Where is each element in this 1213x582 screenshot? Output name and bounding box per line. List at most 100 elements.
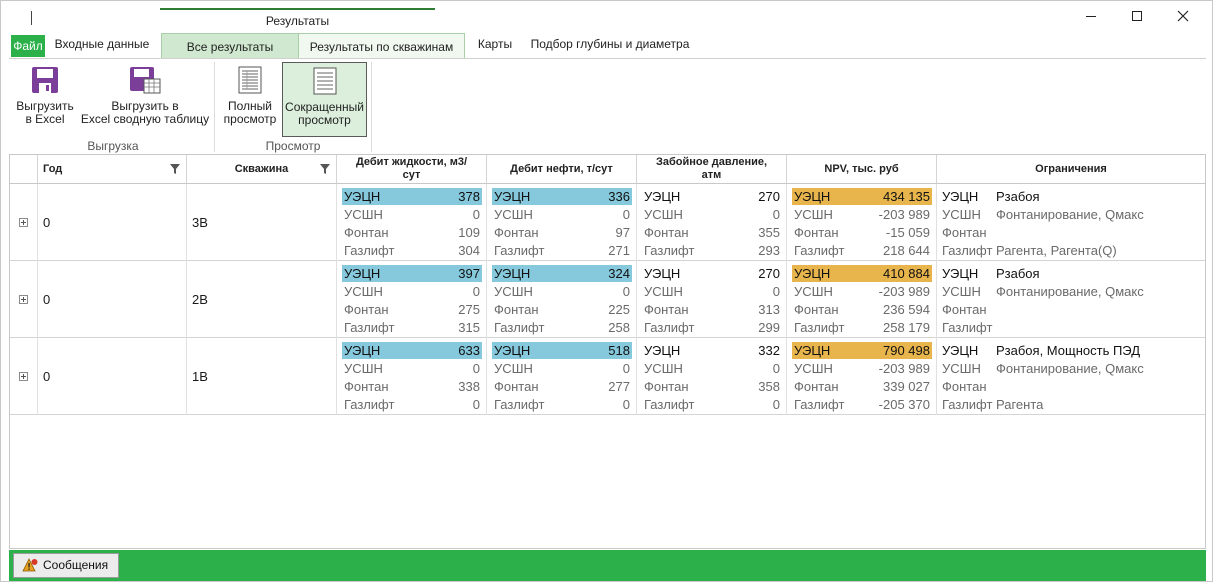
quick-access-separator bbox=[31, 11, 32, 25]
pressure-entry: Газлифт 299 bbox=[642, 319, 782, 336]
header-limits[interactable]: Ограничения bbox=[937, 155, 1205, 184]
header-npv[interactable]: NPV, тыс. руб bbox=[787, 155, 937, 184]
oil-entry: Фонтан 97 bbox=[492, 224, 632, 241]
npv-value: -15 059 bbox=[885, 225, 930, 240]
limits-value: Рзабоя, Мощность ПЭД bbox=[996, 343, 1141, 358]
pressure-value: 313 bbox=[758, 302, 780, 317]
lift-method-label: УЭЦН bbox=[494, 266, 531, 281]
npv-value: 218 644 bbox=[883, 243, 930, 258]
minimize-icon bbox=[1086, 15, 1096, 17]
limits-entry: Фонтан bbox=[942, 224, 1192, 241]
oil-entry: Газлифт 0 bbox=[492, 396, 632, 413]
messages-label: Сообщения bbox=[43, 558, 109, 572]
limits-entry: УЭЦН Рзабоя, Мощность ПЭД bbox=[942, 342, 1192, 359]
pressure-value: 332 bbox=[758, 343, 780, 358]
npv-entry: Газлифт -205 370 bbox=[792, 396, 932, 413]
tab-depth-diameter[interactable]: Подбор глубины и диаметра bbox=[529, 33, 691, 59]
npv-value: -205 370 bbox=[878, 397, 930, 412]
liquid-value: 304 bbox=[458, 243, 480, 258]
close-icon bbox=[1177, 10, 1189, 22]
pressure-entry: Газлифт 0 bbox=[642, 396, 782, 413]
export-excel-button[interactable]: Выгрузить в Excel bbox=[13, 62, 77, 134]
limits-value: Рагента bbox=[996, 397, 1044, 412]
pressure-entry: УЭЦН 270 bbox=[642, 265, 782, 282]
maximize-button[interactable] bbox=[1114, 1, 1160, 31]
table-row[interactable]: 0 3В УЭЦН 378 УСШН 0 Фонтан 109 Газлифт 304 УЭЦН 33… bbox=[10, 184, 1205, 261]
lift-method-label: Газлифт bbox=[644, 320, 695, 335]
limits-entry: Газлифт bbox=[942, 319, 1192, 336]
limits-cell: УЭЦН Рзабоя УСШН Фонтанирование, Qмакс Фонта… bbox=[937, 184, 1205, 261]
export-pivot-label: Выгрузить в Excel сводную таблицу bbox=[80, 99, 210, 126]
export-pivot-button[interactable]: Выгрузить в Excel сводную таблицу bbox=[79, 62, 211, 134]
lift-method-label: УСШН bbox=[344, 361, 383, 376]
liquid-cell: УЭЦН 378 УСШН 0 Фонтан 109 Газлифт 304 bbox=[337, 184, 487, 261]
lift-method-label: УСШН bbox=[644, 284, 683, 299]
full-view-button[interactable]: Полный просмотр bbox=[219, 62, 281, 134]
pressure-value: 0 bbox=[772, 397, 780, 412]
pressure-cell: УЭЦН 270 УСШН 0 Фонтан 313 Газлифт 299 bbox=[637, 261, 787, 338]
npv-entry: УСШН -203 989 bbox=[792, 360, 932, 377]
liquid-value: 275 bbox=[458, 302, 480, 317]
limits-entry: Газлифт Рагента, Рагента(Q) bbox=[942, 242, 1192, 259]
liquid-value: 397 bbox=[458, 266, 480, 281]
oil-entry: Фонтан 225 bbox=[492, 301, 632, 318]
lift-method-label: Газлифт bbox=[344, 397, 395, 412]
lift-method-label: Газлифт bbox=[942, 243, 993, 258]
lift-method-label: Фонтан bbox=[794, 379, 839, 394]
liquid-entry: УЭЦН 397 bbox=[342, 265, 482, 282]
tab-all-results[interactable]: Все результаты bbox=[161, 33, 299, 61]
full-view-label: Полный просмотр bbox=[223, 99, 277, 126]
lift-method-label: Газлифт bbox=[494, 397, 545, 412]
pressure-entry: Фонтан 355 bbox=[642, 224, 782, 241]
header-year[interactable]: Год bbox=[38, 155, 187, 184]
header-year-label: Год bbox=[43, 162, 63, 175]
oil-value: 258 bbox=[608, 320, 630, 335]
header-liquid-rate[interactable]: Дебит жидкости, м3/ сут bbox=[337, 155, 487, 184]
npv-entry: УСШН -203 989 bbox=[792, 283, 932, 300]
group-separator bbox=[371, 62, 372, 152]
npv-entry: Газлифт 258 179 bbox=[792, 319, 932, 336]
expand-row-icon[interactable] bbox=[19, 295, 28, 304]
filter-icon[interactable] bbox=[170, 164, 180, 174]
well-value: 1В bbox=[192, 369, 208, 384]
header-expand bbox=[10, 155, 38, 184]
tab-input-data[interactable]: Входные данные bbox=[51, 33, 153, 59]
oil-value: 97 bbox=[615, 225, 630, 240]
pressure-value: 299 bbox=[758, 320, 780, 335]
header-well[interactable]: Скважина bbox=[187, 155, 337, 184]
oil-value: 518 bbox=[608, 343, 630, 358]
tab-maps[interactable]: Карты bbox=[467, 33, 523, 59]
liquid-value: 0 bbox=[472, 207, 480, 222]
well-value: 2В bbox=[192, 292, 208, 307]
liquid-cell: УЭЦН 633 УСШН 0 Фонтан 338 Газлифт 0 bbox=[337, 338, 487, 415]
close-button[interactable] bbox=[1160, 1, 1206, 31]
messages-button[interactable]: Сообщения bbox=[13, 553, 119, 578]
expand-row-icon[interactable] bbox=[19, 372, 28, 381]
expand-row-icon[interactable] bbox=[19, 218, 28, 227]
lift-method-label: УСШН bbox=[644, 207, 683, 222]
limits-value: Фонтанирование, Qмакс bbox=[996, 361, 1144, 376]
oil-entry: Фонтан 277 bbox=[492, 378, 632, 395]
expand-cell bbox=[10, 184, 38, 261]
table-row[interactable]: 0 1В УЭЦН 633 УСШН 0 Фонтан 338 Газлифт 0 УЭЦН 518 У… bbox=[10, 338, 1205, 415]
minimize-button[interactable] bbox=[1068, 1, 1114, 31]
tab-results-by-wells[interactable]: Результаты по скважинам bbox=[299, 33, 465, 61]
liquid-value: 378 bbox=[458, 189, 480, 204]
oil-entry: Газлифт 258 bbox=[492, 319, 632, 336]
table-row[interactable]: 0 2В УЭЦН 397 УСШН 0 Фонтан 275 Газлифт 315 УЭЦН 32… bbox=[10, 261, 1205, 338]
oil-value: 225 bbox=[608, 302, 630, 317]
liquid-value: 338 bbox=[458, 379, 480, 394]
limits-entry: Фонтан bbox=[942, 378, 1192, 395]
header-bottomhole-pressure[interactable]: Забойное давление, атм bbox=[637, 155, 787, 184]
filter-icon[interactable] bbox=[320, 164, 330, 174]
title-bar: Результаты bbox=[1, 1, 1213, 31]
liquid-entry: УСШН 0 bbox=[342, 360, 482, 377]
npv-cell: УЭЦН 790 498 УСШН -203 989 Фонтан 339 027 Газл… bbox=[787, 338, 937, 415]
limits-entry: УЭЦН Рзабоя bbox=[942, 265, 1192, 282]
short-view-button[interactable]: Сокращенный просмотр bbox=[282, 62, 367, 137]
tab-file[interactable]: Файл bbox=[11, 35, 45, 57]
liquid-value: 109 bbox=[458, 225, 480, 240]
header-oil-rate[interactable]: Дебит нефти, т/сут bbox=[487, 155, 637, 184]
well-cell: 3В bbox=[187, 184, 337, 261]
limits-entry: УСШН Фонтанирование, Qмакс bbox=[942, 360, 1192, 377]
